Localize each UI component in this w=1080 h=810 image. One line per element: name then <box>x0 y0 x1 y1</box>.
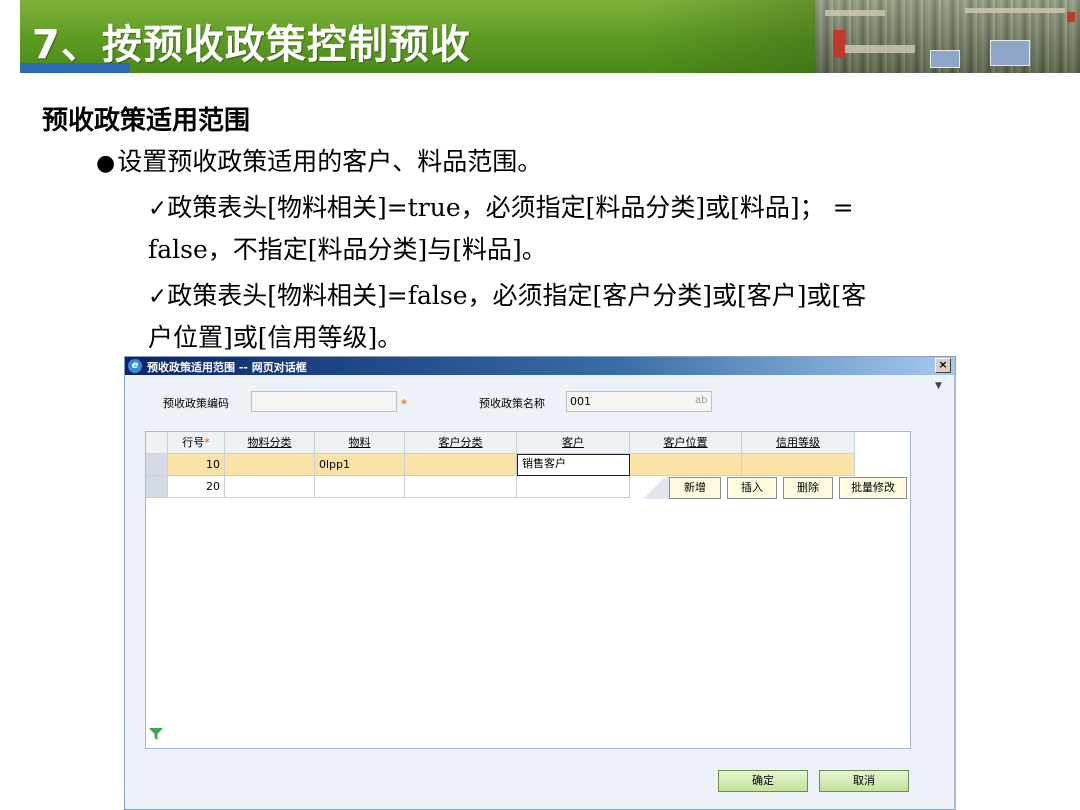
row-selector[interactable] <box>146 454 168 476</box>
add-row-button[interactable]: 新增 <box>669 477 721 499</box>
bullet-point: ●设置预收政策适用的客户、料品范围。 <box>96 142 542 178</box>
close-icon[interactable]: × <box>935 358 951 373</box>
material-category-cell[interactable] <box>225 454 315 476</box>
customer-cell[interactable] <box>517 476 630 498</box>
browser-icon: e <box>128 359 142 373</box>
filter-icon[interactable] <box>149 728 163 740</box>
column-header[interactable]: 信用等级 <box>742 432 855 454</box>
policy-scope-dialog: e 预收政策适用范围 -- 网页对话框 × ▼ 预收政策编码 * 预收政策名称 … <box>124 356 956 810</box>
row-selector[interactable] <box>146 476 168 498</box>
column-header[interactable]: 客户分类 <box>405 432 517 454</box>
dialog-edge <box>954 375 956 810</box>
column-header[interactable]: 客户 <box>517 432 630 454</box>
dialog-titlebar: e 预收政策适用范围 -- 网页对话框 × <box>125 357 955 375</box>
rule-2: ✓政策表头[物料相关]=false，必须指定[客户分类]或[客户]或[客 <box>148 276 866 312</box>
slide-title: 7、按预收政策控制预收 <box>32 22 471 68</box>
credit-level-cell[interactable] <box>742 454 855 476</box>
customer-location-cell[interactable] <box>630 454 742 476</box>
customer-category-cell[interactable] <box>405 454 517 476</box>
text-type-icon: ab <box>695 395 708 406</box>
row-selector-header <box>146 432 168 454</box>
policy-name-label: 预收政策名称 <box>479 397 545 410</box>
bullet-text: 设置预收政策适用的客户、料品范围。 <box>117 147 543 176</box>
policy-code-label: 预收政策编码 <box>163 397 229 410</box>
column-header[interactable]: 行号* <box>168 432 225 454</box>
insert-row-button[interactable]: 插入 <box>727 477 777 499</box>
button-strip-shadow <box>639 477 669 499</box>
required-marker: * <box>401 397 407 411</box>
rule-2-text: 政策表头[物料相关]=false，必须指定[客户分类]或[客户]或[客 <box>167 281 867 310</box>
chevron-down-icon[interactable]: ▼ <box>935 381 942 391</box>
column-header[interactable]: 客户位置 <box>630 432 742 454</box>
rule-1-continuation: false，不指定[料品分类]与[料品]。 <box>148 235 547 264</box>
rule-1: ✓政策表头[物料相关]=true，必须指定[料品分类]或[料品]； = <box>148 188 854 224</box>
delete-row-button[interactable]: 删除 <box>783 477 833 499</box>
line-number-cell[interactable]: 20 <box>168 476 225 498</box>
policy-code-field[interactable] <box>251 391 397 412</box>
material-cell[interactable] <box>315 476 405 498</box>
column-header[interactable]: 物料 <box>315 432 405 454</box>
policy-name-field[interactable]: 001 ab <box>566 391 712 412</box>
customer-category-cell[interactable] <box>405 476 517 498</box>
dialog-title: 预收政策适用范围 -- 网页对话框 <box>147 361 307 374</box>
rule-1-text: 政策表头[物料相关]=true，必须指定[料品分类]或[料品]； = <box>167 193 854 222</box>
material-category-cell[interactable] <box>225 476 315 498</box>
material-cell[interactable]: 0lpp1 <box>315 454 405 476</box>
warehouse-photo <box>815 0 1080 73</box>
rule-2-continuation: 户位置]或[信用等级]。 <box>148 323 403 352</box>
ok-button[interactable]: 确定 <box>718 770 808 792</box>
section-heading: 预收政策适用范围 <box>42 106 251 136</box>
checkmark-icon: ✓ <box>148 284 168 310</box>
policy-name-value: 001 <box>570 395 591 408</box>
line-number-cell[interactable]: 10 <box>168 454 225 476</box>
customer-cell[interactable]: 销售客户 <box>517 454 630 476</box>
checkmark-icon: ✓ <box>148 196 168 222</box>
bullet-dot-icon: ● <box>96 151 116 176</box>
column-header[interactable]: 物料分类 <box>225 432 315 454</box>
batch-edit-button[interactable]: 批量修改 <box>839 477 907 499</box>
cancel-button[interactable]: 取消 <box>819 770 909 792</box>
